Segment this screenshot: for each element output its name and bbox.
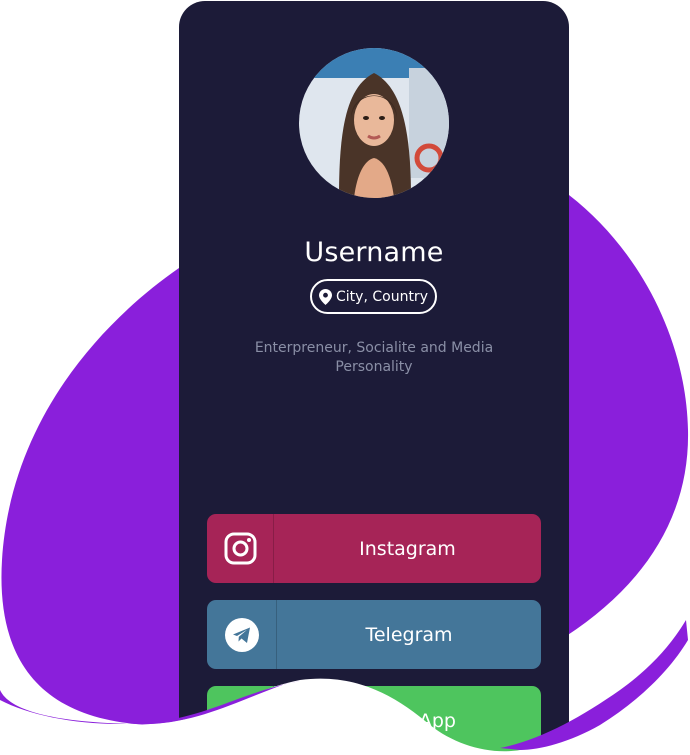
whatsapp-icon (207, 686, 274, 755)
avatar (299, 48, 449, 198)
location-text: City, Country (336, 288, 428, 305)
whatsapp-link-button[interactable]: WhatsApp (207, 686, 541, 755)
map-pin-icon (319, 288, 333, 305)
location-badge: City, Country (310, 279, 437, 314)
instagram-icon (207, 514, 274, 583)
telegram-icon (207, 600, 277, 669)
telegram-link-button[interactable]: Telegram (207, 600, 541, 669)
bio: Enterpreneur, Socialite and Media Person… (254, 340, 494, 375)
instagram-label: Instagram (359, 537, 456, 560)
username: Username (304, 237, 444, 268)
instagram-link-button[interactable]: Instagram (207, 514, 541, 583)
profile-card: Username City, Country Enterpreneur, Soc… (179, 1, 569, 755)
whatsapp-label: WhatsApp (359, 709, 456, 732)
telegram-label: Telegram (365, 623, 453, 646)
